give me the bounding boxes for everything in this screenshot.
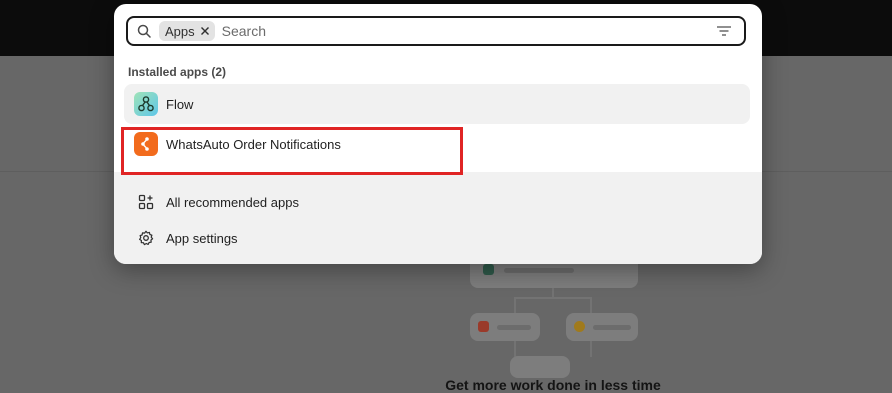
close-icon[interactable] xyxy=(200,26,210,36)
background-bar xyxy=(504,268,574,273)
background-connector xyxy=(514,297,592,299)
background-connector xyxy=(514,341,516,357)
background-dot xyxy=(483,264,494,275)
popover-footer: All recommended apps App settings xyxy=(114,172,762,264)
whatsauto-icon xyxy=(134,132,158,156)
footer-item-label: All recommended apps xyxy=(166,194,299,210)
footer-item-label: App settings xyxy=(166,230,238,246)
search-field[interactable]: Apps xyxy=(126,16,746,46)
app-item-label: Flow xyxy=(166,96,194,112)
background-dot xyxy=(478,321,489,332)
app-item-flow[interactable]: Flow xyxy=(124,84,750,124)
background-card xyxy=(510,356,570,378)
all-recommended-apps-link[interactable]: All recommended apps xyxy=(124,186,750,218)
apps-grid-icon xyxy=(138,194,154,210)
app-search-popover: Apps Installed apps (2) Flow WhatsAuto O… xyxy=(114,4,762,264)
background-connector xyxy=(514,297,516,313)
app-settings-link[interactable]: App settings xyxy=(124,222,750,254)
app-item-label: WhatsAuto Order Notifications xyxy=(166,136,341,152)
flow-icon xyxy=(134,92,158,116)
app-item-whatsauto[interactable]: WhatsAuto Order Notifications xyxy=(124,124,750,164)
gear-icon xyxy=(138,230,154,246)
background-dot xyxy=(574,321,585,332)
search-input[interactable] xyxy=(219,22,716,40)
apps-filter-chip: Apps xyxy=(159,21,215,41)
search-icon xyxy=(137,23,153,39)
filter-icon[interactable] xyxy=(716,22,734,40)
background-bar xyxy=(593,325,631,330)
background-bar xyxy=(497,325,531,330)
background-connector xyxy=(590,341,592,357)
apps-filter-chip-label: Apps xyxy=(165,23,195,39)
background-connector xyxy=(590,297,592,313)
installed-apps-heading: Installed apps (2) xyxy=(128,65,227,79)
background-caption: Get more work done in less time xyxy=(445,377,661,393)
